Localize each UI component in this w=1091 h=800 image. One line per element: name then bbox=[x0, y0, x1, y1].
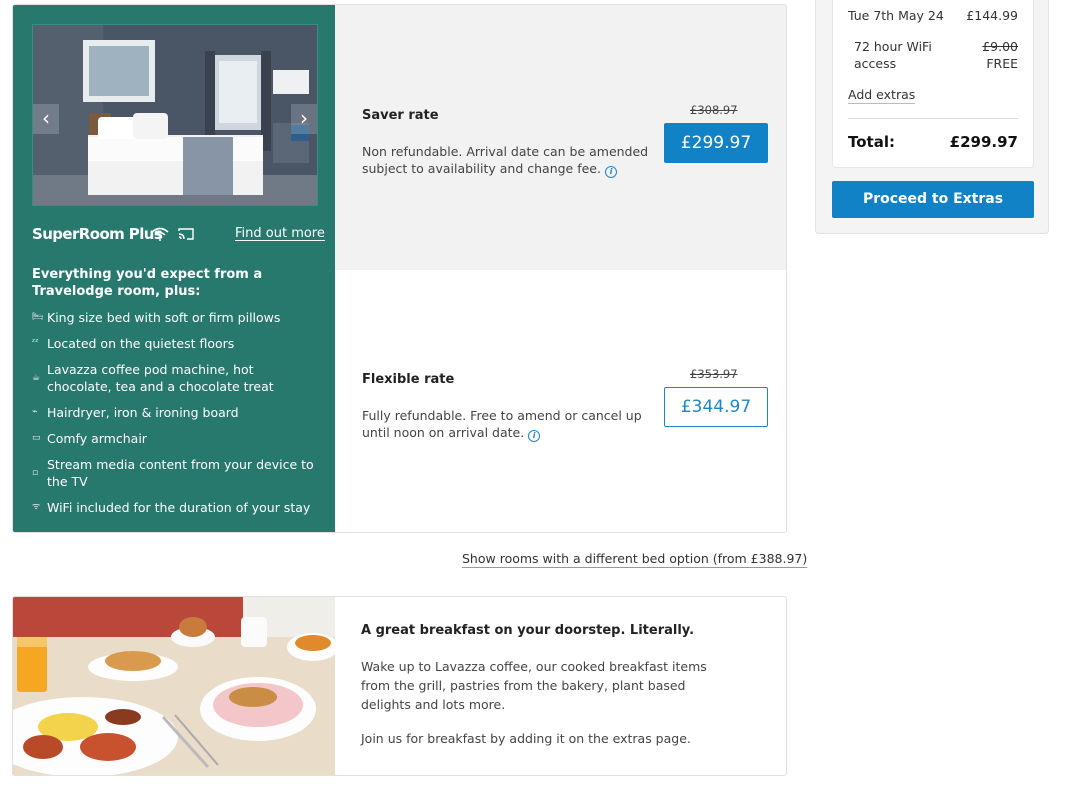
feature-item: ⌁ Hairdryer, iron & ironing board bbox=[32, 404, 322, 421]
summary-wifi-prices: £9.00 FREE bbox=[982, 38, 1018, 72]
feature-text: Located on the quietest floors bbox=[47, 336, 235, 351]
breakfast-photo bbox=[13, 597, 335, 775]
find-out-more-link[interactable]: Find out more bbox=[235, 226, 325, 241]
info-icon[interactable]: i bbox=[528, 430, 541, 442]
breakfast-join-text: Join us for breakfast by adding it on th… bbox=[361, 731, 691, 746]
summary-night-date: Tue 7th May 24 bbox=[848, 8, 944, 23]
flexible-rate-option: Flexible rate Fully refundable. Free to … bbox=[335, 270, 786, 532]
flexible-price-button[interactable]: £344.97 bbox=[664, 387, 768, 427]
flexible-old-price: £353.97 bbox=[690, 367, 738, 381]
breakfast-description: Wake up to Lavazza coffee, our cooked br… bbox=[361, 659, 707, 712]
photo-prev-button[interactable]: ‹ bbox=[33, 104, 59, 134]
booking-summary-box: Tue 7th May 24 £144.99 72 hour WiFi acce… bbox=[832, 0, 1034, 168]
flexible-rate-description-text: Fully refundable. Free to amend or cance… bbox=[362, 408, 642, 440]
proceed-to-extras-button[interactable]: Proceed to Extras bbox=[832, 181, 1034, 218]
room-photo[interactable]: ‹ › bbox=[32, 24, 318, 206]
room-card: ‹ › SuperRoom Plus Find out more Everyth… bbox=[12, 4, 787, 533]
room-quick-icons bbox=[151, 227, 195, 241]
saver-rate-description: Non refundable. Arrival date can be amen… bbox=[362, 143, 652, 178]
booking-summary-panel: Tue 7th May 24 £144.99 72 hour WiFi acce… bbox=[815, 0, 1049, 234]
feature-text: WiFi included for the duration of your s… bbox=[47, 500, 311, 515]
summary-wifi-row: 72 hour WiFi access £9.00 FREE bbox=[854, 38, 1018, 72]
breakfast-title: A great breakfast on your doorstep. Lite… bbox=[361, 623, 695, 638]
summary-wifi-price: FREE bbox=[986, 56, 1018, 71]
coffee-icon: ☕ bbox=[32, 372, 41, 383]
feature-text: King size bed with soft or firm pillows bbox=[47, 310, 281, 325]
saver-old-price: £308.97 bbox=[690, 103, 738, 117]
feature-item: 🛏 King size bed with soft or firm pillows bbox=[32, 309, 322, 326]
feature-text: Stream media content from your device to… bbox=[47, 457, 314, 489]
feature-item: ☕ Lavazza coffee pod machine, hot chocola… bbox=[32, 361, 322, 395]
room-info-panel: ‹ › SuperRoom Plus Find out more Everyth… bbox=[13, 5, 335, 532]
feature-item: ᯤ WiFi included for the duration of your … bbox=[32, 499, 322, 516]
features-list: 🛏 King size bed with soft or firm pillows… bbox=[32, 309, 322, 525]
cast-icon: ▫ bbox=[32, 467, 39, 478]
different-bed-option-link[interactable]: Show rooms with a different bed option (… bbox=[462, 551, 807, 566]
room-name: SuperRoom Plus bbox=[32, 225, 163, 243]
summary-wifi-label: 72 hour WiFi access bbox=[854, 39, 932, 71]
feature-item: ▭ Comfy armchair bbox=[32, 430, 322, 447]
feature-text: Hairdryer, iron & ironing board bbox=[47, 405, 239, 420]
add-extras-link[interactable]: Add extras bbox=[848, 87, 916, 104]
bed-icon: 🛏 bbox=[32, 312, 44, 322]
cast-icon bbox=[178, 228, 194, 240]
photo-next-button[interactable]: › bbox=[291, 104, 317, 134]
features-heading: Everything you'd expect from a Travelodg… bbox=[32, 267, 263, 299]
wifi-icon: ᯤ bbox=[32, 502, 41, 512]
summary-divider bbox=[848, 118, 1018, 119]
summary-night-row: Tue 7th May 24 £144.99 bbox=[848, 8, 1018, 23]
feature-text: Comfy armchair bbox=[47, 431, 147, 446]
feature-item: ᶻᶻ Located on the quietest floors bbox=[32, 335, 322, 352]
total-value: £299.97 bbox=[949, 133, 1018, 151]
hairdryer-icon: ⌁ bbox=[32, 407, 38, 417]
room-photo-image bbox=[33, 25, 317, 205]
feature-item: ▫ Stream media content from your device t… bbox=[32, 456, 322, 490]
feature-text: Lavazza coffee pod machine, hot chocolat… bbox=[47, 362, 274, 394]
saver-rate-title: Saver rate bbox=[362, 108, 439, 123]
wifi-icon bbox=[151, 227, 169, 241]
total-label: Total: bbox=[848, 133, 895, 151]
saver-price-button[interactable]: £299.97 bbox=[664, 123, 768, 163]
summary-night-price: £144.99 bbox=[966, 8, 1018, 23]
info-icon[interactable]: i bbox=[604, 166, 617, 178]
saver-rate-option: Saver rate Non refundable. Arrival date … bbox=[335, 5, 786, 270]
flexible-rate-title: Flexible rate bbox=[362, 372, 455, 387]
armchair-icon: ▭ bbox=[32, 433, 41, 443]
summary-wifi-old-price: £9.00 bbox=[982, 39, 1018, 54]
quiet-icon: ᶻᶻ bbox=[32, 338, 39, 348]
flexible-rate-description: Fully refundable. Free to amend or cance… bbox=[362, 407, 652, 442]
breakfast-card: A great breakfast on your doorstep. Lite… bbox=[12, 596, 787, 776]
